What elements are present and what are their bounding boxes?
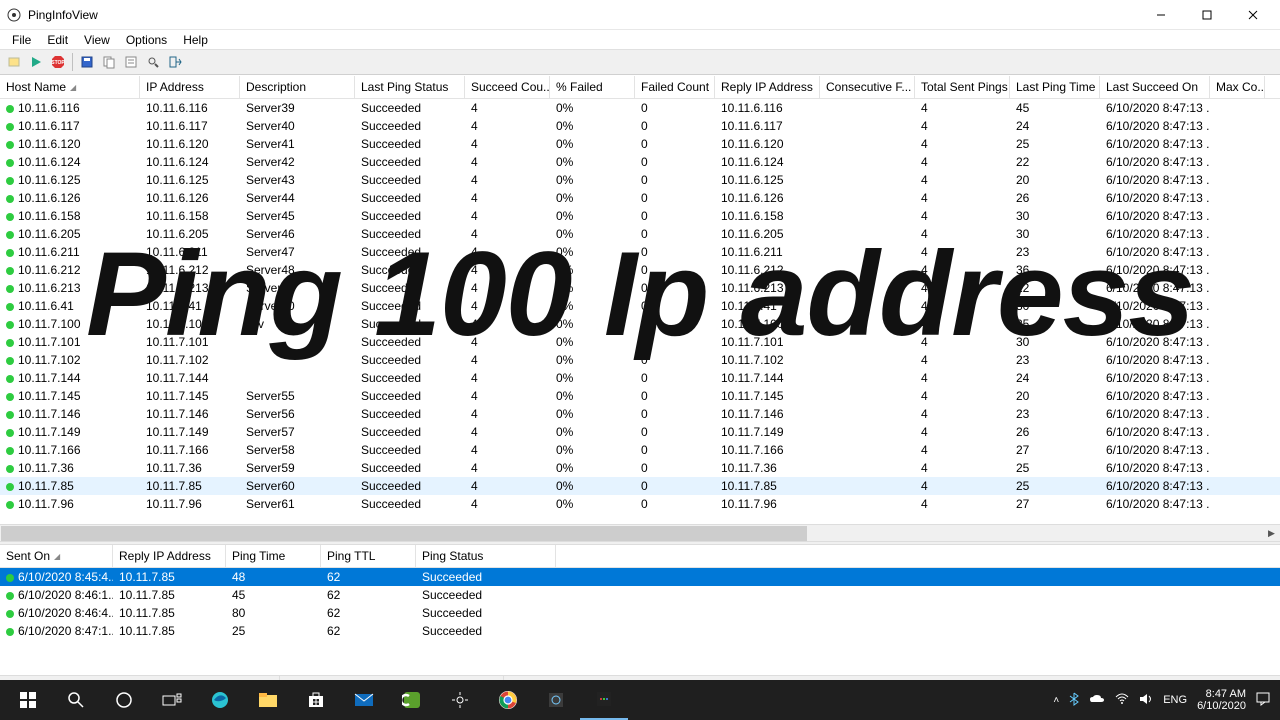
table-row[interactable]: 10.11.6.12610.11.6.126Server44Succeeded4… xyxy=(0,189,1280,207)
table-row[interactable]: 10.11.7.10110.11.7.101Succeeded40%010.11… xyxy=(0,333,1280,351)
table-row[interactable]: 10.11.7.14410.11.7.144Succeeded40%010.11… xyxy=(0,369,1280,387)
cortana-icon[interactable] xyxy=(100,680,148,720)
table-row[interactable]: 10.11.6.20510.11.6.205Server46Succeeded4… xyxy=(0,225,1280,243)
table-row[interactable]: 10.11.7.8510.11.7.85Server60Succeeded40%… xyxy=(0,477,1280,495)
table-row[interactable]: 10.11.6.12410.11.6.124Server42Succeeded4… xyxy=(0,153,1280,171)
app-icon-1[interactable] xyxy=(532,680,580,720)
horizontal-scrollbar[interactable]: ▶ xyxy=(0,524,1280,541)
window-title: PingInfoView xyxy=(28,8,1138,22)
table-row[interactable]: 10.11.6.21110.11.6.211Server47Succeeded4… xyxy=(0,243,1280,261)
bluetooth-icon[interactable] xyxy=(1069,692,1079,709)
table-row[interactable]: 10.11.7.3610.11.7.36Server59Succeeded40%… xyxy=(0,459,1280,477)
menubar: File Edit View Options Help xyxy=(0,30,1280,49)
menu-file[interactable]: File xyxy=(4,33,39,47)
lcol-ttl[interactable]: Ping TTL xyxy=(321,545,416,567)
col-lpt[interactable]: Last Ping Time xyxy=(1010,76,1100,98)
table-row[interactable]: 10.11.6.11710.11.6.117Server40Succeeded4… xyxy=(0,117,1280,135)
lcol-pt[interactable]: Ping Time xyxy=(226,545,321,567)
lcol-sent[interactable]: Sent On◢ xyxy=(0,545,113,567)
col-maxco[interactable]: Max Co... xyxy=(1210,76,1265,98)
copy-icon[interactable] xyxy=(99,52,119,72)
table-row[interactable]: 10.11.7.16610.11.7.166Server58Succeeded4… xyxy=(0,441,1280,459)
save-icon[interactable] xyxy=(77,52,97,72)
col-cf[interactable]: Consecutive F... xyxy=(820,76,915,98)
table-row[interactable]: 10.11.6.12010.11.6.120Server41Succeeded4… xyxy=(0,135,1280,153)
main-grid-header: Host Name◢ IP Address Description Last P… xyxy=(0,76,1280,99)
table-row[interactable]: 10.11.7.9610.11.7.96Server61Succeeded40%… xyxy=(0,495,1280,513)
menu-options[interactable]: Options xyxy=(118,33,175,47)
find-icon[interactable] xyxy=(143,52,163,72)
table-row[interactable]: 10.11.7.14510.11.7.145Server55Succeeded4… xyxy=(0,387,1280,405)
table-row[interactable]: 10.11.7.10210.11.7.102Succeeded40%010.11… xyxy=(0,351,1280,369)
main-grid: Host Name◢ IP Address Description Last P… xyxy=(0,75,1280,524)
maximize-button[interactable] xyxy=(1184,0,1230,29)
col-lso[interactable]: Last Succeed On xyxy=(1100,76,1210,98)
table-row[interactable]: 10.11.7.10010.11.7.100SrvSucceeded40%010… xyxy=(0,315,1280,333)
detail-grid: Sent On◢ Reply IP Address Ping Time Ping… xyxy=(0,545,1280,675)
table-row[interactable]: 10.11.6.12510.11.6.125Server43Succeeded4… xyxy=(0,171,1280,189)
col-hostname[interactable]: Host Name◢ xyxy=(0,76,140,98)
camtasia-icon[interactable] xyxy=(388,680,436,720)
lcol-rip[interactable]: Reply IP Address xyxy=(113,545,226,567)
explorer-icon[interactable] xyxy=(244,680,292,720)
onedrive-icon[interactable] xyxy=(1089,694,1105,707)
store-icon[interactable] xyxy=(292,680,340,720)
detail-row[interactable]: 6/10/2020 8:46:4...10.11.7.858062Succeed… xyxy=(0,604,1280,622)
settings-icon[interactable] xyxy=(436,680,484,720)
menu-view[interactable]: View xyxy=(76,33,118,47)
table-row[interactable]: 10.11.6.11610.11.6.116Server39Succeeded4… xyxy=(0,99,1280,117)
detail-row[interactable]: 6/10/2020 8:47:1...10.11.7.852562Succeed… xyxy=(0,622,1280,640)
notifications-icon[interactable] xyxy=(1256,692,1270,709)
svg-text:STOP: STOP xyxy=(51,60,65,66)
table-row[interactable]: 10.11.6.21310.11.6.213Server49Succeeded4… xyxy=(0,279,1280,297)
language-indicator[interactable]: ENG xyxy=(1163,694,1187,706)
table-row[interactable]: 10.11.6.21210.11.6.212Server48Succeeded4… xyxy=(0,261,1280,279)
col-status[interactable]: Last Ping Status xyxy=(355,76,465,98)
open-icon[interactable] xyxy=(4,52,24,72)
detail-row[interactable]: 6/10/2020 8:46:1...10.11.7.854562Succeed… xyxy=(0,586,1280,604)
minimize-button[interactable] xyxy=(1138,0,1184,29)
mail-icon[interactable] xyxy=(340,680,388,720)
chrome-icon[interactable] xyxy=(484,680,532,720)
search-icon[interactable] xyxy=(52,680,100,720)
edge-icon[interactable] xyxy=(196,680,244,720)
detail-grid-header: Sent On◢ Reply IP Address Ping Time Ping… xyxy=(0,545,1280,568)
col-desc[interactable]: Description xyxy=(240,76,355,98)
col-tsp[interactable]: Total Sent Pings xyxy=(915,76,1010,98)
properties-icon[interactable] xyxy=(121,52,141,72)
menu-edit[interactable]: Edit xyxy=(39,33,76,47)
start-button[interactable] xyxy=(4,680,52,720)
tray-up-icon[interactable]: ˄ xyxy=(1053,695,1059,706)
taskbar: ˄ ENG 8:47 AM 6/10/2020 xyxy=(0,680,1280,720)
app-icon xyxy=(6,7,22,23)
play-icon[interactable] xyxy=(26,52,46,72)
detail-row[interactable]: 6/10/2020 8:45:4...10.11.7.854862Succeed… xyxy=(0,568,1280,586)
stop-icon[interactable]: STOP xyxy=(48,52,68,72)
table-row[interactable]: 10.11.7.14910.11.7.149Server57Succeeded4… xyxy=(0,423,1280,441)
col-succeed[interactable]: Succeed Cou... xyxy=(465,76,550,98)
system-tray: ˄ ENG 8:47 AM 6/10/2020 xyxy=(1053,688,1276,712)
volume-icon[interactable] xyxy=(1139,693,1153,708)
col-ip[interactable]: IP Address xyxy=(140,76,240,98)
wifi-icon[interactable] xyxy=(1115,693,1129,708)
col-failed[interactable]: Failed Count xyxy=(635,76,715,98)
table-row[interactable]: 10.11.6.4110.11.6.41Server50Succeeded40%… xyxy=(0,297,1280,315)
lcol-ps[interactable]: Ping Status xyxy=(416,545,556,567)
col-pfailed[interactable]: % Failed xyxy=(550,76,635,98)
menu-help[interactable]: Help xyxy=(175,33,216,47)
titlebar: PingInfoView xyxy=(0,0,1280,30)
col-rip[interactable]: Reply IP Address xyxy=(715,76,820,98)
table-row[interactable]: 10.11.6.15810.11.6.158Server45Succeeded4… xyxy=(0,207,1280,225)
exit-icon[interactable] xyxy=(165,52,185,72)
taskview-icon[interactable] xyxy=(148,680,196,720)
toolbar: STOP xyxy=(0,49,1280,75)
pinginfoview-task-icon[interactable] xyxy=(580,680,628,720)
clock[interactable]: 8:47 AM 6/10/2020 xyxy=(1197,688,1246,712)
table-row[interactable]: 10.11.7.14610.11.7.146Server56Succeeded4… xyxy=(0,405,1280,423)
close-button[interactable] xyxy=(1230,0,1276,29)
